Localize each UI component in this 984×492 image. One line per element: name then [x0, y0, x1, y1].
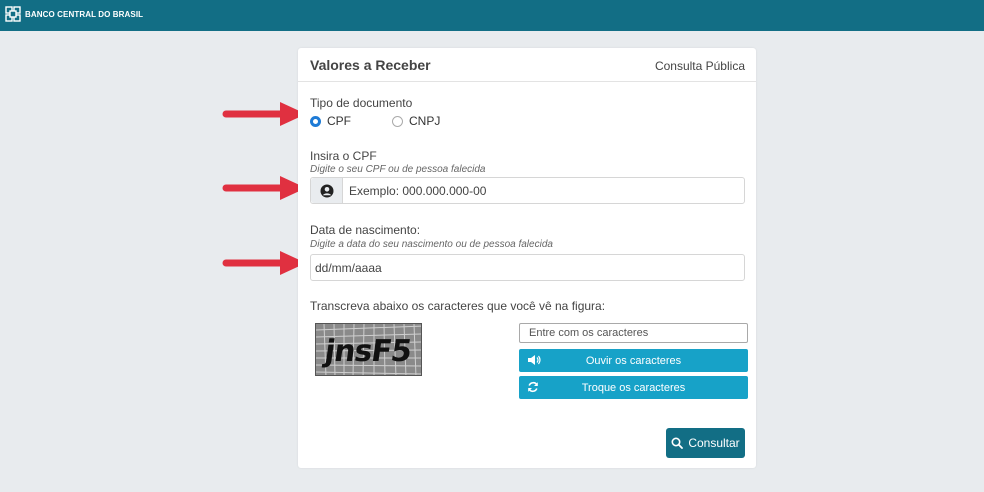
radio-cnpj-dot[interactable] — [392, 115, 403, 127]
birth-date-input[interactable]: dd/mm/aaaa — [315, 261, 382, 275]
birth-hint: Digite a data do seu nascimento ou de pe… — [310, 239, 553, 250]
card-header: Valores a Receber Consulta Pública — [298, 48, 756, 82]
consult-button[interactable]: Consultar — [666, 428, 745, 458]
birth-label: Data de nascimento: — [310, 223, 421, 237]
user-circle-icon — [320, 184, 333, 197]
arrow-icon — [222, 102, 306, 126]
listen-captcha-label: Ouvir os caracteres — [585, 354, 682, 367]
cpf-input[interactable]: Exemplo: 000.000.000-00 — [343, 184, 486, 198]
cpf-hint: Digite o seu CPF ou de pessoa falecida — [310, 164, 486, 175]
search-card: Valores a Receber Consulta Pública Tipo … — [298, 48, 756, 468]
refresh-icon — [528, 381, 538, 393]
captcha-input[interactable]: Entre com os caracteres — [519, 323, 748, 343]
page-title: Valores a Receber — [310, 57, 431, 73]
search-icon — [671, 437, 684, 449]
arrow-icon — [222, 176, 306, 200]
listen-captcha-button[interactable]: Ouvir os caracteres — [519, 349, 748, 372]
captcha-text: jnsF5 — [322, 334, 414, 369]
refresh-captcha-label: Troque os caracteres — [581, 381, 686, 394]
bcb-logo-icon — [5, 6, 21, 22]
captcha-image: jnsF5 — [315, 323, 422, 376]
arrow-icon — [222, 251, 306, 275]
birth-date-field[interactable]: dd/mm/aaaa — [310, 254, 745, 281]
captcha-label: Transcreva abaixo os caracteres que você… — [310, 299, 606, 313]
brand[interactable]: BANCO CENTRAL DO BRASIL — [5, 6, 143, 22]
cpf-field[interactable]: Exemplo: 000.000.000-00 — [310, 177, 745, 204]
radio-cpf[interactable]: CPF — [310, 114, 351, 128]
consult-label: Consultar — [688, 436, 740, 450]
public-query-link[interactable]: Consulta Pública — [655, 59, 745, 73]
brand-name: BANCO CENTRAL DO BRASIL — [25, 9, 144, 19]
radio-cnpj-label: CNPJ — [409, 114, 441, 128]
doc-type-label: Tipo de documento — [310, 96, 413, 110]
radio-cnpj[interactable]: CNPJ — [392, 114, 440, 128]
top-bar: BANCO CENTRAL DO BRASIL — [0, 0, 984, 31]
radio-cpf-label: CPF — [327, 114, 351, 128]
radio-cpf-dot[interactable] — [310, 115, 321, 127]
refresh-captcha-button[interactable]: Troque os caracteres — [519, 376, 748, 399]
cpf-label: Insira o CPF — [310, 149, 377, 163]
cpf-addon — [311, 178, 343, 203]
volume-icon — [528, 355, 541, 365]
captcha-input-placeholder: Entre com os caracteres — [529, 327, 649, 339]
